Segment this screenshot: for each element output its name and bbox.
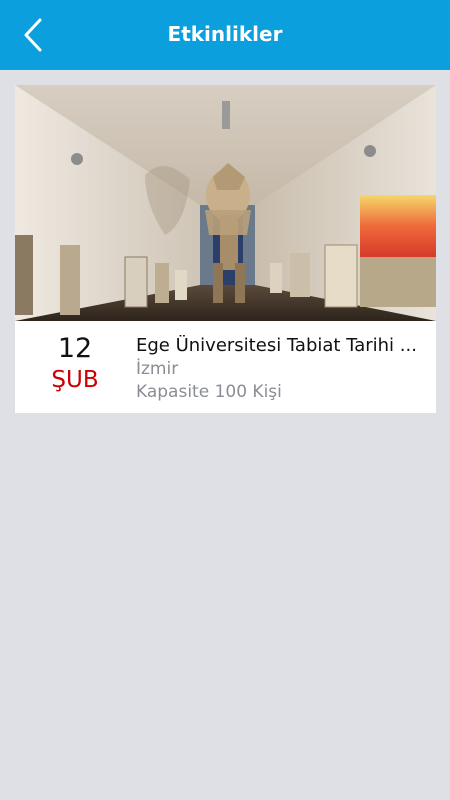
event-capacity: Kapasite 100 Kişi xyxy=(136,382,282,402)
event-city: İzmir xyxy=(136,359,179,379)
event-title: Ege Üniversitesi Tabiat Tarihi ... xyxy=(136,335,417,356)
event-info: Ege Üniversitesi Tabiat Tarihi ... İzmir… xyxy=(136,321,426,402)
top-app-bar: Etkinlikler xyxy=(0,0,450,70)
page-title: Etkinlikler xyxy=(167,22,283,46)
event-image xyxy=(15,85,436,321)
event-card[interactable]: 12 ŞUB Ege Üniversitesi Tabiat Tarihi ..… xyxy=(15,85,436,413)
event-day: 12 xyxy=(57,333,93,364)
events-screen: Etkinlikler 12 ŞUB Ege Üniversitesi Tabi… xyxy=(0,0,450,800)
event-date: 12 ŞUB xyxy=(15,321,135,413)
event-month: ŞUB xyxy=(51,367,99,393)
